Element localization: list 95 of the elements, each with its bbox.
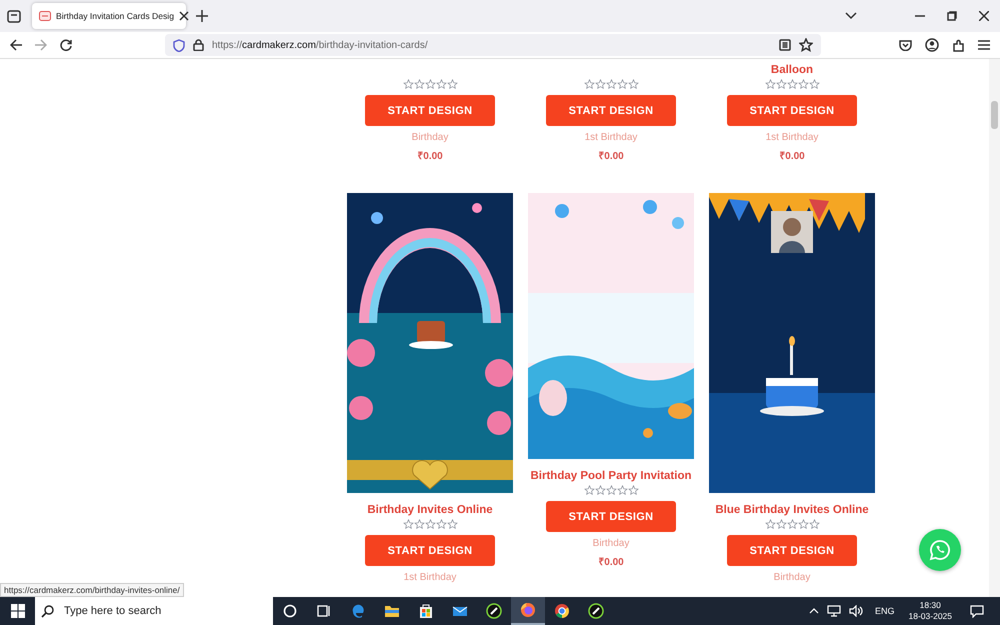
edge-icon[interactable] [350,603,366,619]
chrome-icon[interactable] [554,603,570,619]
firefox-icon[interactable] [520,602,536,618]
status-url: https://cardmakerz.com/birthday-invites-online/ [0,583,184,597]
search-field[interactable]: Type here to search [62,604,246,618]
star-icon [446,519,458,530]
star-icon [786,519,798,530]
star-icon [628,485,638,496]
tab-list-icon[interactable] [7,9,21,23]
star-icon [764,79,776,90]
store-icon[interactable] [418,603,434,619]
close-icon[interactable] [178,11,189,21]
star-icon [402,519,414,530]
reload-icon[interactable] [60,39,72,51]
extensions-icon[interactable] [952,38,965,52]
account-icon[interactable] [925,38,939,52]
price: ₹0.00 [779,150,805,162]
tab-title: Birthday Invitation Cards Desig [56,11,174,21]
url-text: https://cardmakerz.com/birthday-invitation-cards/ [212,40,428,50]
star-icon [764,519,776,530]
star-icon [616,485,628,496]
star-icon [776,519,786,530]
app-icon[interactable] [588,603,604,619]
start-design-button[interactable]: START DESIGN [546,501,676,532]
back-icon[interactable] [10,39,22,51]
chevron-down-icon[interactable] [845,12,857,20]
star-icon [628,79,638,90]
new-tab-icon[interactable] [196,10,208,22]
language-indicator[interactable]: ENG [875,606,895,616]
start-design-button[interactable]: START DESIGN [546,95,676,126]
price: ₹0.00 [598,150,624,162]
task-view-icon[interactable] [316,603,332,619]
reader-view-icon[interactable] [779,39,791,51]
product-title[interactable]: Birthday Pool Party Invitation [530,470,692,482]
chat-bubble-icon [929,539,951,561]
star-icon [798,519,808,530]
start-design-button[interactable]: START DESIGN [365,535,495,566]
star-icon [414,79,424,90]
start-design-button[interactable]: START DESIGN [727,535,857,566]
caret-up-icon[interactable] [809,608,819,614]
shield-icon [173,38,185,52]
price: ₹0.00 [598,556,624,568]
star-icon [776,79,786,90]
star-icon [606,79,616,90]
network-icon[interactable] [827,605,841,617]
search-icon [41,604,54,618]
address-bar[interactable]: https://cardmakerz.com/birthday-invitation-cards/ [165,34,821,56]
star-icon [606,485,616,496]
star-icon [446,79,458,90]
star-icon [436,79,446,90]
category-link[interactable]: Birthday [592,538,630,549]
start-design-button[interactable]: START DESIGN [365,95,495,126]
category-link[interactable]: 1st Birthday [404,572,456,583]
volume-icon[interactable] [849,605,863,617]
clock[interactable]: 18:30 18-03-2025 [908,600,952,622]
star-icon [594,79,606,90]
site-icon [39,11,51,21]
notification-icon[interactable] [970,604,984,618]
close-icon[interactable] [979,11,989,21]
star-icon [808,519,820,530]
category-link[interactable]: 1st Birthday [584,132,638,143]
star-icon [414,519,424,530]
start-design-button[interactable]: START DESIGN [727,95,857,126]
star-icon [798,79,808,90]
product-title[interactable]: Balloon [770,64,814,76]
star-icon[interactable] [799,38,813,52]
star-icon [584,79,594,90]
cortana-icon[interactable] [282,603,298,619]
pocket-icon[interactable] [899,39,912,51]
star-icon [436,519,446,530]
price: ₹0.00 [417,150,443,162]
lock-icon [193,39,204,51]
browser-tab[interactable]: Birthday Invitation Cards Desig [32,3,186,29]
forward-icon [35,39,47,51]
star-icon [616,79,628,90]
star-icon [584,485,594,496]
star-icon [424,79,436,90]
windows-icon[interactable] [11,604,25,618]
category-link[interactable]: 1st Birthday [766,132,818,143]
star-icon [786,79,798,90]
star-icon [424,519,436,530]
category-link[interactable]: Birthday [774,572,810,583]
star-icon [594,485,606,496]
category-link[interactable]: Birthday [412,132,448,143]
scrollbar-thumb[interactable] [991,101,998,129]
app-icon[interactable] [486,603,502,619]
product-title[interactable]: Birthday Invites Online [367,504,493,516]
menu-icon[interactable] [978,40,990,50]
folder-icon[interactable] [384,603,400,619]
scrollbar[interactable] [989,59,1000,597]
restore-icon[interactable] [947,11,957,21]
star-icon [402,79,414,90]
search-box[interactable]: Type here to search [35,597,273,625]
star-icon [808,79,820,90]
product-title[interactable]: Blue Birthday Invites Online [715,504,869,516]
